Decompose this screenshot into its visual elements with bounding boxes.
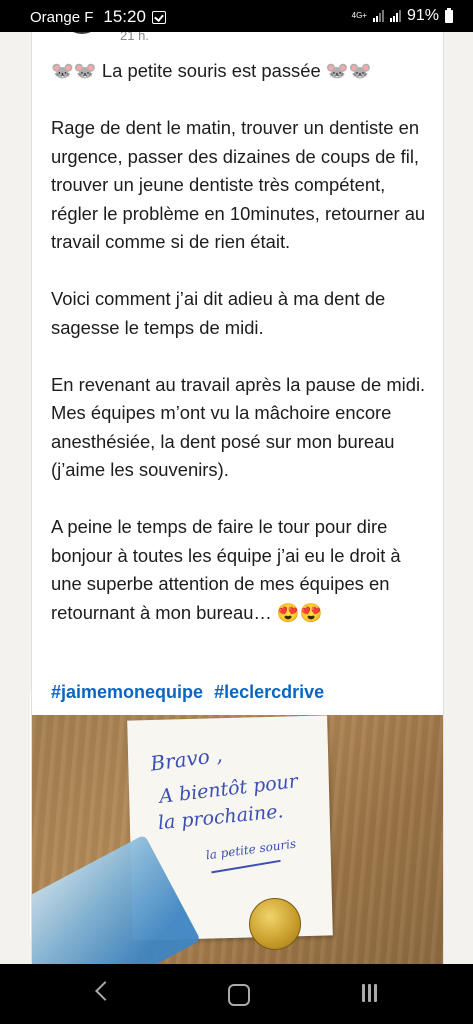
recent-apps-icon[interactable] (362, 984, 377, 1002)
note-signature: la petite souris (205, 836, 297, 863)
post-card: 21 h. 🐭🐭 La petite souris est passée 🐭🐭 … (31, 32, 444, 964)
post-paragraph: En revenant au travail après la pause de… (51, 373, 426, 481)
post-time: 21 h. (120, 32, 149, 43)
home-icon[interactable] (228, 984, 250, 1006)
post-paragraph: 🐭🐭 La petite souris est passée 🐭🐭 (51, 60, 372, 81)
post-paragraph: A peine le temps de faire le tour pour d… (51, 516, 401, 623)
task-notification-icon (151, 10, 166, 24)
hashtag-list: #jaimemonequipe #leclercdrive (51, 682, 330, 703)
back-icon[interactable] (95, 981, 115, 1001)
post-paragraph: Voici comment j’ai dit adieu à ma dent d… (51, 288, 386, 338)
signature-underline (211, 859, 281, 874)
post-paragraph: Rage de dent le matin, trouver un dentis… (51, 117, 426, 252)
hashtag-link[interactable]: #leclercdrive (214, 682, 324, 702)
coin-icon (249, 898, 301, 950)
system-navigation-bar (0, 964, 473, 1024)
status-bar: Orange F 15:20 4G+ 91% (0, 0, 473, 939)
battery-icon (445, 7, 453, 23)
post-image[interactable]: Bravo , A bientôt pour la prochaine. la … (32, 715, 443, 964)
hashtag-link[interactable]: #jaimemonequipe (51, 682, 203, 702)
carrier-label: Orange F (30, 8, 94, 26)
network-type-label: 4G+ (351, 11, 367, 20)
signal-strength-icon (372, 10, 384, 22)
author-avatar[interactable] (62, 32, 102, 34)
note-line: Bravo , (148, 742, 224, 776)
battery-percent: 91% (406, 7, 439, 24)
clock: 15:20 (103, 7, 146, 26)
signal-strength-icon-2 (389, 10, 401, 22)
post-body: 🐭🐭 La petite souris est passée 🐭🐭 Rage d… (51, 57, 436, 656)
